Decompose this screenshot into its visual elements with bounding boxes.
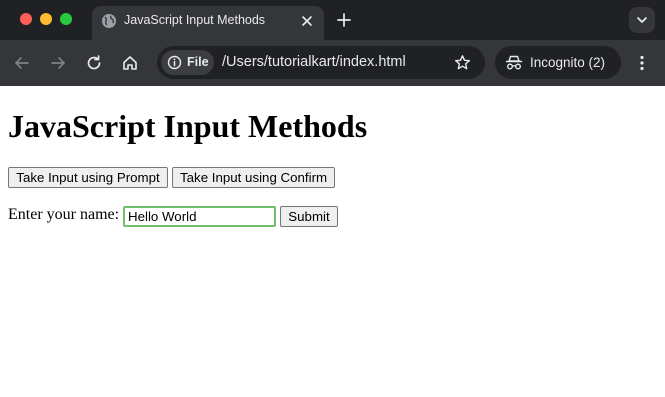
browser-toolbar: File /Users/tutorialkart/index.html Inco… [0,40,665,86]
page-heading: JavaScript Input Methods [8,108,368,144]
back-arrow-icon[interactable] [13,54,31,72]
close-window-button[interactable] [20,13,32,25]
name-input[interactable] [123,206,276,227]
new-tab-icon[interactable] [336,12,352,28]
incognito-label: Incognito (2) [530,55,606,70]
home-icon[interactable] [121,54,139,72]
take-input-prompt-button[interactable]: Take Input using Prompt [8,167,168,188]
submit-button[interactable]: Submit [280,206,338,227]
tab-search-button[interactable] [629,7,655,33]
incognito-profile-button[interactable]: Incognito (2) [495,46,621,79]
chevron-down-icon [637,17,647,23]
browser-tab-active[interactable]: JavaScript Input Methods [92,6,324,40]
page-content: JavaScript Input Methods Take Input usin… [0,86,665,397]
name-field-label: Enter your name: [8,206,120,223]
reload-icon[interactable] [85,54,103,72]
site-info-label: File [187,55,209,69]
url-text[interactable]: /Users/tutorialkart/index.html [222,54,406,70]
globe-icon [102,14,116,28]
incognito-icon [505,55,523,70]
more-options-icon[interactable] [634,54,650,72]
take-input-confirm-button[interactable]: Take Input using Confirm [172,167,335,188]
bookmark-star-icon[interactable] [454,54,471,71]
tab-title: JavaScript Input Methods [124,13,266,27]
window-controls [20,13,72,25]
forward-arrow-icon[interactable] [49,54,67,72]
info-icon [167,55,182,70]
minimize-window-button[interactable] [40,13,52,25]
site-info-chip[interactable]: File [161,50,214,75]
address-bar[interactable]: File /Users/tutorialkart/index.html [157,46,485,79]
browser-titlebar: JavaScript Input Methods [0,0,665,40]
maximize-window-button[interactable] [60,13,72,25]
close-tab-icon[interactable] [300,14,314,28]
